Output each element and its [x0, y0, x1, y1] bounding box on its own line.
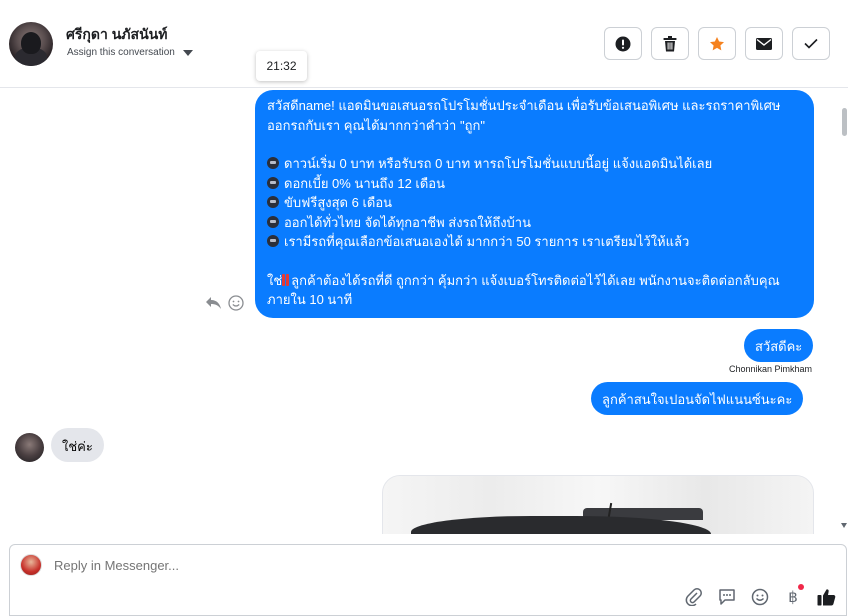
scrollbar-thumb[interactable]: [842, 108, 847, 136]
react-emoji-icon[interactable]: [228, 295, 244, 311]
reply-input[interactable]: [54, 558, 654, 573]
star-button[interactable]: [698, 27, 736, 60]
exclamation-circle-icon: [615, 36, 631, 51]
conversation-header: ศรีกุดา นภัสนันท์ Assign this conversati…: [0, 0, 848, 88]
customer-avatar[interactable]: [15, 433, 44, 462]
promo-message[interactable]: สวัสดีname! แอดมินขอเสนอรถโปรโมชั่นประจำ…: [255, 90, 814, 318]
assign-conversation-dropdown[interactable]: Assign this conversation: [67, 47, 193, 58]
contact-name[interactable]: ศรีกุดา นภัสนันท์: [66, 24, 167, 46]
message-actions: [205, 295, 244, 311]
like-button[interactable]: [816, 587, 836, 607]
page-avatar: [20, 554, 42, 576]
delete-button[interactable]: [651, 27, 689, 60]
customer-reply-message[interactable]: ใช่ค่ะ: [51, 428, 104, 462]
notification-dot: [798, 584, 804, 590]
saved-replies-button[interactable]: [717, 587, 737, 607]
contact-avatar[interactable]: [9, 22, 53, 66]
check-icon: [804, 38, 818, 49]
emoji-icon: [751, 588, 769, 606]
done-button[interactable]: [792, 27, 830, 60]
header-actions: [604, 27, 830, 60]
paperclip-icon: [685, 588, 702, 606]
car-emoji-icon: [267, 176, 279, 189]
trash-icon: [663, 35, 677, 51]
promo-bullet: ดอกเบี้ย 0% นานถึง 12 เดือน: [267, 174, 802, 194]
car-emoji-icon: [267, 235, 279, 247]
report-button[interactable]: [604, 27, 642, 60]
timestamp-tooltip: 21:32: [256, 51, 307, 81]
promo-closing: ใช่ ลูกค้าต้องได้รถที่ดี ถูกกว่า คุ้มกว่า…: [267, 272, 780, 308]
promo-intro: สวัสดีname! แอดมินขอเสนอรถโปรโมชั่นประจำ…: [267, 98, 781, 133]
promo-bullet: ขับฟรีสูงสุด 6 เดือน: [267, 193, 802, 213]
star-icon: [710, 36, 724, 50]
scroll-down-arrow-icon[interactable]: [841, 523, 847, 528]
payment-button[interactable]: ฿: [783, 584, 804, 607]
caret-down-icon: [182, 49, 193, 56]
car-emoji-icon: [267, 196, 279, 208]
double-exclamation-icon: [282, 273, 290, 286]
attach-button[interactable]: [684, 587, 704, 607]
thread-scrollbar[interactable]: [840, 88, 848, 534]
promo-bullet: ดาวน์เริ่ม 0 บาท หรือรับรถ 0 บาท หารถโปร…: [267, 154, 802, 174]
envelope-icon: [756, 37, 772, 50]
message-thread[interactable]: สวัสดีname! แอดมินขอเสนอรถโปรโมชั่นประจำ…: [0, 88, 848, 534]
car-emoji-icon: [267, 157, 279, 169]
thumbs-up-icon: [817, 589, 835, 606]
assign-label: Assign this conversation: [67, 47, 175, 58]
reply-icon[interactable]: [205, 296, 222, 310]
promo-bullet: ออกได้ทั่วไทย จัดได้ทุกอาชีพ ส่งรถให้ถึง…: [267, 213, 802, 233]
mark-unread-button[interactable]: [745, 27, 783, 60]
finance-interest-message[interactable]: ลูกค้าสนใจเปอนจัดไฟแนนซ์นะคะ: [591, 382, 804, 415]
greeting-message[interactable]: สวัสดีคะ: [744, 329, 814, 362]
sender-name: Chonnikan Pimkham: [728, 364, 812, 374]
car-image-attachment[interactable]: [382, 475, 814, 534]
message-composer: ฿: [9, 544, 847, 616]
composer-tools: ฿: [684, 584, 836, 607]
baht-icon: ฿: [788, 588, 798, 606]
car-emoji-icon: [267, 215, 279, 228]
emoji-button[interactable]: [750, 587, 770, 607]
chat-icon: [719, 589, 735, 605]
promo-bullet: เรามีรถที่คุณเลือกข้อเสนอเองได้ มากกว่า …: [267, 232, 802, 252]
